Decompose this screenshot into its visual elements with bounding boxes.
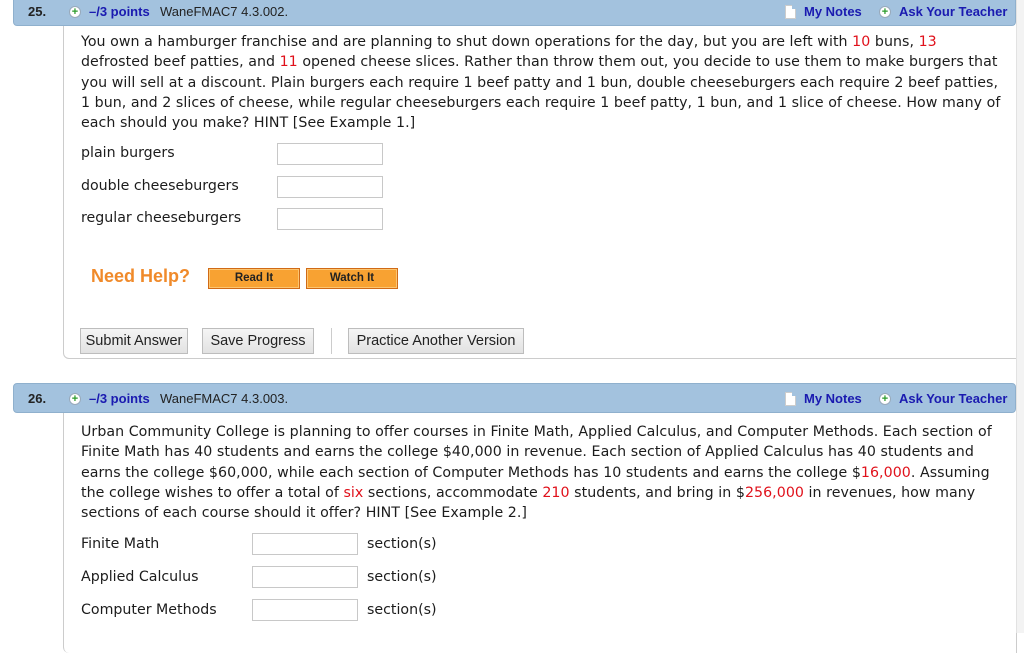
unit-label: section(s) [367, 602, 437, 618]
double-cheeseburgers-input[interactable] [277, 176, 383, 198]
ask-teacher-plus-icon[interactable]: + [879, 393, 891, 405]
plain-burgers-input[interactable] [277, 143, 383, 165]
practice-another-version-button[interactable]: Practice Another Version [348, 328, 524, 354]
highlighted-value: 210 [542, 484, 570, 501]
question-26-header: 26. + –/3 points WaneFMAC7 4.3.003. My N… [13, 383, 1016, 413]
field-label-double-cheeseburgers: double cheeseburgers [81, 178, 239, 194]
prompt-text: You own a hamburger franchise and are pl… [81, 34, 853, 50]
read-it-button[interactable]: Read It [208, 268, 300, 289]
expand-plus-icon[interactable]: + [69, 393, 81, 405]
field-label-computer-methods: Computer Methods [81, 602, 217, 618]
field-label-finite-math: Finite Math [81, 536, 160, 552]
question-number: 26. [28, 391, 47, 406]
question-number: 25. [28, 4, 47, 19]
page-scrollbar[interactable] [1016, 0, 1024, 633]
ask-teacher-plus-icon[interactable]: + [879, 6, 891, 18]
button-separator [331, 328, 332, 354]
points-link[interactable]: –/3 points [89, 391, 150, 406]
question-code: WaneFMAC7 4.3.003. [160, 391, 289, 406]
question-prompt: Urban Community College is planning to o… [81, 422, 1001, 523]
submit-answer-button[interactable]: Submit Answer [80, 328, 188, 354]
prompt-text: Urban Community College is planning to o… [81, 424, 992, 481]
highlighted-value: 256,000 [744, 484, 804, 501]
notes-icon[interactable] [785, 5, 796, 19]
prompt-text: students, and bring in $ [569, 484, 745, 501]
expand-plus-icon[interactable]: + [69, 6, 81, 18]
highlighted-value: 13 [918, 34, 937, 50]
highlighted-value: 11 [279, 54, 298, 71]
applied-calculus-input[interactable] [252, 566, 358, 588]
my-notes-link[interactable]: My Notes [804, 391, 862, 406]
watch-it-button[interactable]: Watch It [306, 268, 398, 289]
highlighted-value: 16,000 [860, 464, 911, 481]
field-label-plain-burgers: plain burgers [81, 145, 175, 161]
need-help-label: Need Help? [91, 266, 191, 286]
prompt-text: sections, accommodate [363, 484, 543, 501]
field-label-applied-calculus: Applied Calculus [81, 569, 199, 585]
question-25-body: You own a hamburger franchise and are pl… [63, 26, 1017, 359]
unit-label: section(s) [367, 569, 437, 585]
regular-cheeseburgers-input[interactable] [277, 208, 383, 230]
prompt-text: buns, [870, 34, 919, 50]
question-prompt: You own a hamburger franchise and are pl… [81, 32, 1001, 133]
highlighted-value: six [343, 484, 364, 501]
notes-icon[interactable] [785, 392, 796, 406]
question-code: WaneFMAC7 4.3.002. [160, 4, 289, 19]
finite-math-input[interactable] [252, 533, 358, 555]
highlighted-value: 10 [852, 34, 871, 50]
computer-methods-input[interactable] [252, 599, 358, 621]
my-notes-link[interactable]: My Notes [804, 4, 862, 19]
field-label-regular-cheeseburgers: regular cheeseburgers [81, 210, 242, 226]
unit-label: section(s) [367, 536, 437, 552]
prompt-text: defrosted beef patties, and [81, 54, 280, 71]
ask-your-teacher-link[interactable]: Ask Your Teacher [899, 4, 1007, 19]
question-25-header: 25. + –/3 points WaneFMAC7 4.3.002. My N… [13, 0, 1016, 26]
question-26-body: Urban Community College is planning to o… [63, 413, 1017, 653]
save-progress-button[interactable]: Save Progress [202, 328, 314, 354]
ask-your-teacher-link[interactable]: Ask Your Teacher [899, 391, 1007, 406]
points-link[interactable]: –/3 points [89, 4, 150, 19]
